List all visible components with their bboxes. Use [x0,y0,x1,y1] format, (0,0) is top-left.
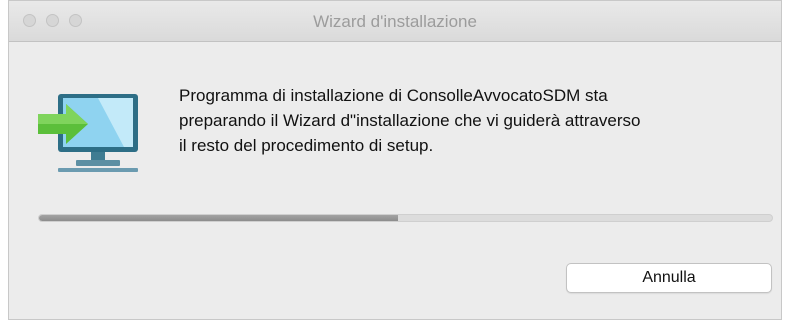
title-bar[interactable]: Wizard d'installazione [9,1,781,42]
installer-window: Wizard d'installazione Programma di inst… [8,0,782,320]
status-message: Programma di installazione di ConsolleAv… [179,83,779,158]
message-line: Programma di installazione di ConsolleAv… [179,86,608,105]
progress-bar-fill [39,215,399,221]
computer-install-icon [36,86,146,181]
cancel-button[interactable]: Annulla [566,263,772,293]
window-title: Wizard d'installazione [313,12,477,31]
message-line: preparando il Wizard d"installazione che… [179,111,641,130]
message-line: il resto del procedimento di setup. [179,136,434,155]
progress-bar [38,214,773,222]
